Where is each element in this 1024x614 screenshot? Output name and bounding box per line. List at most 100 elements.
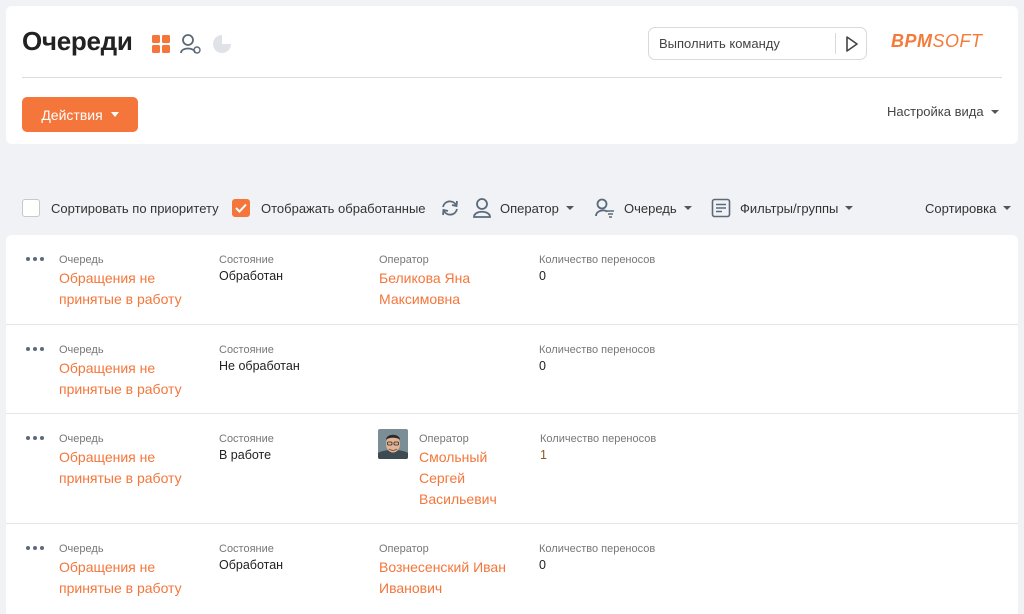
filter-list-icon bbox=[711, 198, 731, 218]
show-processed-label: Отображать обработанные bbox=[261, 200, 426, 216]
grid-icon[interactable] bbox=[152, 35, 170, 53]
run-command-icon[interactable] bbox=[845, 36, 859, 57]
operator-link[interactable]: Смольный Сергей Васильевич bbox=[419, 447, 497, 510]
operator-link[interactable]: Беликова Яна Максимовна bbox=[379, 268, 470, 310]
list-item[interactable]: Очередь Обращения не принятые в работу Со… bbox=[6, 325, 1018, 414]
list-item[interactable]: Очередь Обращения не принятые в работу Со… bbox=[6, 235, 1018, 325]
sort-priority-toggle[interactable]: Сортировать по приоритету bbox=[22, 196, 219, 220]
row-menu-icon[interactable] bbox=[26, 436, 44, 440]
transfers-caption: Количество переносов bbox=[540, 433, 657, 445]
operator-caption: Оператор bbox=[419, 433, 469, 445]
operator-field: Оператор Смольный Сергей Васильевич bbox=[419, 432, 497, 510]
operator-caption: Оператор bbox=[379, 543, 429, 555]
refresh-button[interactable] bbox=[440, 196, 460, 220]
show-processed-checkbox[interactable] bbox=[232, 199, 250, 217]
transfers-value: 1 bbox=[540, 448, 547, 462]
header-panel: Очереди Выполнить команду BPMSOFT Действ… bbox=[6, 6, 1018, 144]
list-item[interactable]: Очередь Обращения не принятые в работу Со… bbox=[6, 524, 1018, 614]
transfers-caption: Количество переносов bbox=[539, 254, 656, 266]
queue-link[interactable]: Обращения не принятые в работу bbox=[59, 268, 182, 310]
state-value: Не обработан bbox=[219, 359, 300, 373]
operator-settings-icon[interactable] bbox=[180, 33, 202, 55]
operator-filter[interactable]: Оператор bbox=[473, 196, 574, 220]
user-queue-icon bbox=[595, 198, 614, 218]
avatar[interactable] bbox=[378, 429, 408, 459]
bpmsoft-logo: BPMSOFT bbox=[891, 31, 983, 52]
operator-caption: Оператор bbox=[379, 254, 429, 266]
view-switcher bbox=[152, 33, 232, 55]
queue-filter-label: Очередь bbox=[624, 200, 677, 216]
operator-link[interactable]: Вознесенский Иван Иванович bbox=[379, 557, 506, 599]
header-divider bbox=[22, 77, 1002, 78]
state-caption: Состояние bbox=[219, 344, 274, 356]
filters-groups-button[interactable]: Фильтры/группы bbox=[711, 196, 854, 220]
state-field: Состояние В работе bbox=[219, 432, 274, 463]
queue-items-list: Очередь Обращения не принятые в работу Со… bbox=[6, 235, 1018, 614]
actions-label: Действия bbox=[41, 106, 103, 123]
queue-filter[interactable]: Очередь bbox=[595, 196, 692, 220]
transfers-caption: Количество переносов bbox=[539, 344, 656, 356]
queue-caption: Очередь bbox=[59, 543, 104, 555]
chevron-down-icon bbox=[845, 206, 854, 210]
sort-priority-checkbox[interactable] bbox=[22, 199, 40, 217]
state-value: Обработан bbox=[219, 269, 284, 283]
queue-caption: Очередь bbox=[59, 254, 104, 266]
actions-button[interactable]: Действия bbox=[22, 97, 138, 132]
state-value: Обработан bbox=[219, 558, 284, 572]
list-item[interactable]: Очередь Обращения не принятые в работу Со… bbox=[6, 414, 1018, 524]
state-caption: Состояние bbox=[219, 543, 274, 555]
chevron-down-icon bbox=[1003, 206, 1012, 210]
command-separator bbox=[835, 33, 836, 54]
chevron-down-icon bbox=[565, 206, 574, 210]
sorting-button[interactable]: Сортировка bbox=[925, 196, 1012, 220]
transfers-field: Количество переносов 1 bbox=[540, 432, 656, 463]
check-icon bbox=[235, 203, 247, 213]
queue-caption: Очередь bbox=[59, 344, 104, 356]
refresh-icon bbox=[442, 200, 458, 216]
command-input[interactable]: Выполнить команду bbox=[648, 27, 867, 60]
state-caption: Состояние bbox=[219, 254, 274, 266]
operator-filter-label: Оператор bbox=[500, 200, 559, 216]
sort-priority-label: Сортировать по приоритету bbox=[51, 200, 219, 216]
row-menu-icon[interactable] bbox=[26, 546, 44, 550]
chevron-down-icon bbox=[683, 206, 692, 210]
queue-field: Очередь Обращения не принятые в работу bbox=[59, 343, 182, 400]
sorting-label: Сортировка bbox=[925, 200, 997, 216]
queue-field: Очередь Обращения не принятые в работу bbox=[59, 432, 182, 489]
state-field: Состояние Обработан bbox=[219, 253, 283, 284]
queue-link[interactable]: Обращения не принятые в работу bbox=[59, 557, 182, 599]
transfers-field: Количество переносов 0 bbox=[539, 542, 655, 573]
operator-field: Оператор Беликова Яна Максимовна bbox=[379, 253, 470, 310]
show-processed-toggle[interactable]: Отображать обработанные bbox=[232, 196, 426, 220]
state-field: Состояние Не обработан bbox=[219, 343, 300, 374]
row-menu-icon[interactable] bbox=[26, 257, 44, 261]
page-title: Очереди bbox=[22, 26, 133, 56]
queue-link[interactable]: Обращения не принятые в работу bbox=[59, 447, 182, 489]
user-icon bbox=[473, 198, 491, 218]
row-menu-icon[interactable] bbox=[26, 347, 44, 351]
filters-groups-label: Фильтры/группы bbox=[740, 200, 839, 216]
transfers-value: 0 bbox=[539, 558, 546, 572]
chevron-down-icon bbox=[110, 112, 119, 117]
queue-link[interactable]: Обращения не принятые в работу bbox=[59, 358, 182, 400]
queue-caption: Очередь bbox=[59, 433, 104, 445]
state-field: Состояние Обработан bbox=[219, 542, 283, 573]
operator-field: Оператор Вознесенский Иван Иванович bbox=[379, 542, 506, 599]
pie-chart-icon[interactable] bbox=[212, 34, 232, 54]
logo-bold: BPM bbox=[891, 31, 933, 51]
transfers-caption: Количество переносов bbox=[539, 543, 656, 555]
transfers-field: Количество переносов 0 bbox=[539, 343, 655, 374]
transfers-value: 0 bbox=[539, 359, 546, 373]
queue-field: Очередь Обращения не принятые в работу bbox=[59, 253, 182, 310]
view-settings-button[interactable]: Настройка вида bbox=[887, 104, 999, 119]
state-value: В работе bbox=[219, 448, 272, 462]
filter-toolbar: Сортировать по приоритету Отображать обр… bbox=[22, 196, 1012, 220]
logo-thin: SOFT bbox=[932, 31, 983, 51]
chevron-down-icon bbox=[990, 109, 999, 114]
transfers-value: 0 bbox=[539, 269, 546, 283]
transfers-field: Количество переносов 0 bbox=[539, 253, 655, 284]
state-caption: Состояние bbox=[219, 433, 274, 445]
view-settings-label: Настройка вида bbox=[887, 104, 984, 119]
command-placeholder: Выполнить команду bbox=[659, 36, 780, 51]
queue-field: Очередь Обращения не принятые в работу bbox=[59, 542, 182, 599]
